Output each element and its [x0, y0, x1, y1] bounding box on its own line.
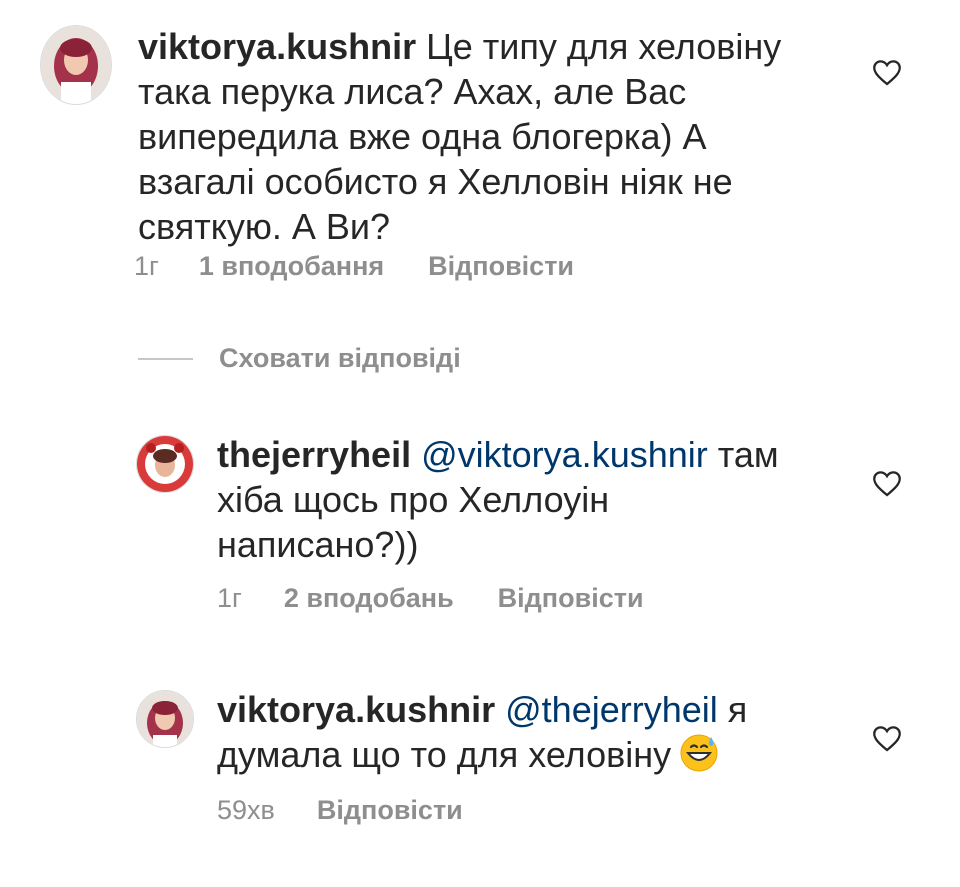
comment-3: viktorya.kushnir @thejerryheil я думала …: [0, 675, 960, 845]
comment-likes[interactable]: 1 вподобання: [199, 251, 384, 282]
comment-username[interactable]: thejerryheil: [217, 434, 411, 475]
hide-replies-toggle[interactable]: Сховати відповіді: [138, 343, 461, 374]
hide-replies-label[interactable]: Сховати відповіді: [219, 343, 461, 374]
comment-1: viktorya.kushnir Це типу для хеловіну та…: [0, 0, 960, 300]
comment-text: viktorya.kushnir @thejerryheil я думала …: [217, 687, 817, 783]
comment-time: 1г: [134, 251, 159, 281]
comment-username[interactable]: viktorya.kushnir: [138, 26, 416, 67]
woman-red-hair-avatar-icon: [137, 691, 193, 747]
comment-time: 59хв: [217, 795, 275, 825]
comment-text: thejerryheil @viktorya.kushnir там хіба …: [217, 432, 817, 567]
heart-outline-icon[interactable]: [870, 721, 904, 755]
comment-username[interactable]: viktorya.kushnir: [217, 689, 495, 730]
reply-button[interactable]: Відповісти: [428, 251, 574, 282]
avatar-thejerryheil[interactable]: [136, 435, 194, 493]
comment-2: thejerryheil @viktorya.kushnir там хіба …: [0, 420, 960, 620]
heart-outline-icon[interactable]: [870, 55, 904, 89]
grinning-face-with-sweat-icon: [679, 733, 719, 783]
comment-text: viktorya.kushnir Це типу для хеловіну та…: [138, 24, 818, 249]
comment-mention[interactable]: @thejerryheil: [505, 689, 718, 730]
comment-meta: 59хв Відповісти: [217, 795, 463, 826]
jerry-heil-avatar-icon: [137, 436, 193, 492]
divider-line: [138, 357, 193, 360]
avatar-viktorya[interactable]: [136, 690, 194, 748]
comment-meta: 1г 1 вподобання Відповісти: [134, 251, 574, 282]
comment-meta: 1г 2 вподобань Відповісти: [217, 583, 644, 614]
reply-button[interactable]: Відповісти: [317, 795, 463, 826]
comment-mention[interactable]: @viktorya.kushnir: [421, 434, 708, 475]
heart-outline-icon[interactable]: [870, 466, 904, 500]
avatar-viktorya[interactable]: [40, 25, 112, 105]
woman-red-hair-avatar-icon: [41, 26, 111, 104]
reply-button[interactable]: Відповісти: [498, 583, 644, 614]
comment-time: 1г: [217, 583, 242, 613]
comment-likes[interactable]: 2 вподобань: [284, 583, 454, 614]
